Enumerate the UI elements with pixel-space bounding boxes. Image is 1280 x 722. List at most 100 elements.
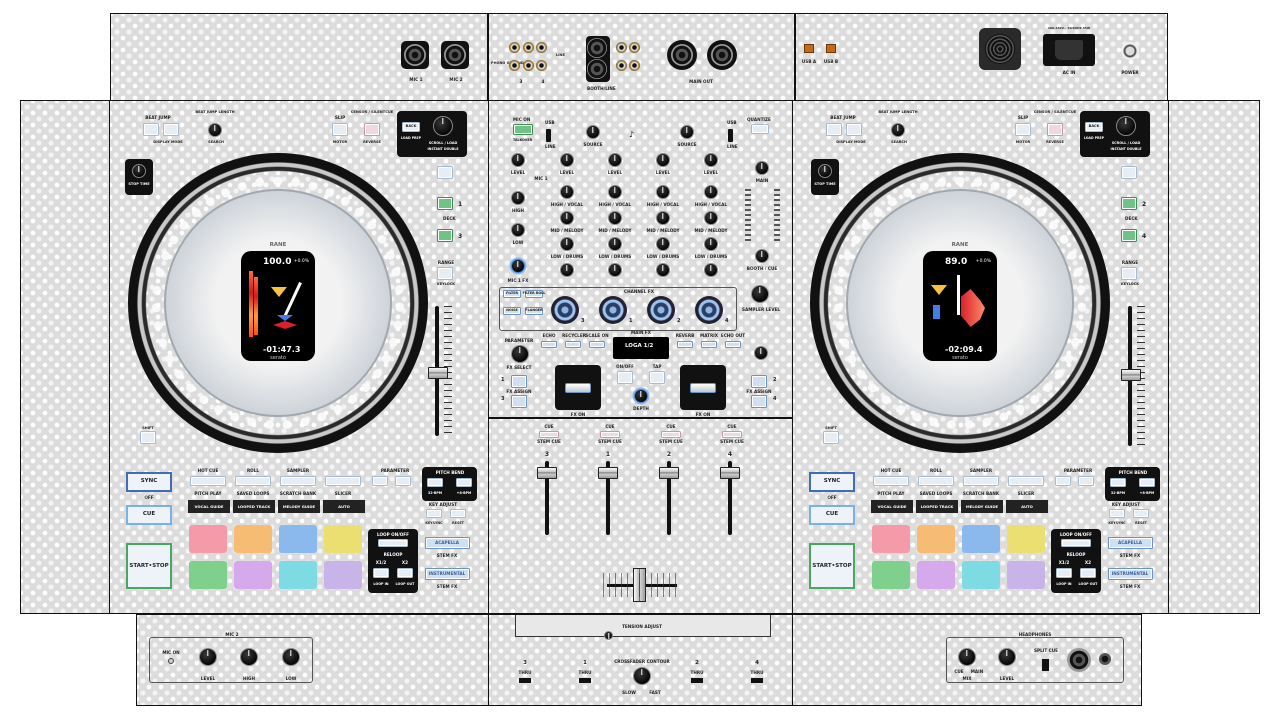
loop-half-button[interactable] <box>373 568 389 578</box>
sub-mode-2[interactable]: LOOPED TRACK <box>233 500 275 513</box>
mic2-jack[interactable] <box>444 44 466 66</box>
tension-adjust-knob[interactable] <box>604 631 613 640</box>
sub-mode-1[interactable]: VOCAL GUIDE <box>188 500 230 513</box>
ch1-level-knob[interactable] <box>608 153 622 167</box>
performance-pad-5[interactable] <box>872 561 910 589</box>
sampler-level-knob[interactable] <box>751 285 769 303</box>
ch3-high-knob[interactable] <box>560 211 574 225</box>
ch4-high-knob[interactable] <box>704 211 718 225</box>
hp-level-knob[interactable] <box>998 648 1016 666</box>
ch2-gain-knob[interactable] <box>656 185 670 199</box>
ch1-gain-knob[interactable] <box>608 185 622 199</box>
headphone-jack-small[interactable] <box>1099 653 1111 665</box>
ch1-mid-knob[interactable] <box>608 237 622 251</box>
key-down-button[interactable] <box>426 509 442 518</box>
slip-button[interactable] <box>332 123 348 136</box>
scroll-load-knob[interactable] <box>1116 116 1136 136</box>
pitch-bend-down-button[interactable] <box>427 478 443 487</box>
performance-pad-6[interactable] <box>917 561 955 589</box>
beat-jump-fwd-button[interactable] <box>163 123 179 136</box>
performance-pad-3[interactable] <box>279 525 317 553</box>
mic1-level-knob[interactable] <box>511 153 525 167</box>
booth-rca-r2[interactable] <box>629 60 640 71</box>
performance-pad-3[interactable] <box>962 525 1000 553</box>
reverb-button[interactable] <box>677 341 693 348</box>
ch2-high-knob[interactable] <box>656 211 670 225</box>
input3-rca-r2[interactable] <box>523 60 534 71</box>
performance-pad-5[interactable] <box>189 561 227 589</box>
roll-button[interactable] <box>918 476 954 486</box>
range-button[interactable] <box>1121 267 1137 280</box>
input3-rca-r[interactable] <box>509 60 520 71</box>
booth-jack-2[interactable] <box>587 59 607 79</box>
source-knob-r[interactable] <box>680 125 694 139</box>
performance-pad-2[interactable] <box>234 525 272 553</box>
booth-level-knob[interactable] <box>755 249 769 263</box>
fx-parameter-knob[interactable] <box>511 345 529 363</box>
shift-button[interactable] <box>140 431 156 444</box>
headphone-jack-large[interactable] <box>1067 648 1091 672</box>
booth-rca-l[interactable] <box>616 42 627 53</box>
input4-rca-r[interactable] <box>536 60 547 71</box>
slip-button[interactable] <box>1015 123 1031 136</box>
cue-button-4[interactable] <box>722 431 742 438</box>
ch4-level-knob[interactable] <box>704 153 718 167</box>
main-out-xlr-r[interactable] <box>711 44 733 66</box>
right-pitch-fader[interactable] <box>1121 369 1141 381</box>
performance-pad-7[interactable] <box>279 561 317 589</box>
input3-rca-l2[interactable] <box>523 42 534 53</box>
ch3-low-knob[interactable] <box>560 263 574 277</box>
fx-assign-1-button[interactable] <box>511 375 527 388</box>
main-fx-beat-knob[interactable] <box>754 346 768 360</box>
hot-cue-button[interactable] <box>190 476 226 486</box>
sampler-button[interactable] <box>280 476 316 486</box>
deck1-button[interactable] <box>437 197 453 210</box>
ch3-gain-knob[interactable] <box>560 185 574 199</box>
left-pitch-fader[interactable] <box>428 367 448 379</box>
mic2-low-knob[interactable] <box>282 648 300 666</box>
loop-onoff-button[interactable] <box>378 539 408 547</box>
pitch-bend-up-button[interactable] <box>456 478 472 487</box>
performance-pad-4[interactable] <box>324 525 362 553</box>
censor-button[interactable] <box>364 123 380 136</box>
performance-pad-4[interactable] <box>1007 525 1045 553</box>
censor-button[interactable] <box>1047 123 1063 136</box>
hot-cue-button[interactable] <box>873 476 909 486</box>
beat-jump-length-knob[interactable] <box>891 123 905 137</box>
ch1-fx-knob[interactable] <box>599 296 627 324</box>
sub-mode-4[interactable]: AUTO <box>323 500 365 513</box>
split-cue-switch[interactable] <box>1042 659 1049 671</box>
performance-pad-1[interactable] <box>189 525 227 553</box>
thru-1-switch[interactable] <box>579 678 591 683</box>
ch4-fx-knob[interactable] <box>695 296 723 324</box>
performance-pad-8[interactable] <box>1007 561 1045 589</box>
usb-a-port[interactable] <box>804 44 814 53</box>
slicer-mode-button[interactable] <box>325 476 361 486</box>
matrix-button[interactable] <box>701 341 717 348</box>
parameter-left-button[interactable] <box>1055 476 1071 486</box>
scale-on-button[interactable] <box>589 341 605 348</box>
roll-button[interactable] <box>235 476 271 486</box>
parameter-right-button[interactable] <box>1078 476 1094 486</box>
pitch-bend-down-button[interactable] <box>1110 478 1126 487</box>
mic1-jack[interactable] <box>404 44 426 66</box>
ac-inlet[interactable] <box>1043 34 1095 66</box>
slicer-mode-button[interactable] <box>1008 476 1044 486</box>
fx-on-off-button[interactable] <box>617 371 633 384</box>
hp-mix-knob[interactable] <box>958 648 976 666</box>
power-button[interactable] <box>1121 42 1139 60</box>
source-switch-l[interactable] <box>546 129 551 142</box>
ch3-fx-knob[interactable] <box>551 296 579 324</box>
deck2-button[interactable] <box>1121 197 1137 210</box>
cue-button-1[interactable] <box>600 431 620 438</box>
booth-jack-1[interactable] <box>587 38 607 58</box>
sub-mode-2[interactable]: LOOPED TRACK <box>916 500 958 513</box>
beat-jump-back-button[interactable] <box>143 123 159 136</box>
loop-half-button[interactable] <box>1056 568 1072 578</box>
tap-button[interactable] <box>649 371 665 384</box>
ch2-mid-knob[interactable] <box>656 237 670 251</box>
cue-button-3[interactable] <box>539 431 559 438</box>
loop-double-button[interactable] <box>397 568 413 578</box>
ch3-level-knob[interactable] <box>560 153 574 167</box>
ch3-mid-knob[interactable] <box>560 237 574 251</box>
